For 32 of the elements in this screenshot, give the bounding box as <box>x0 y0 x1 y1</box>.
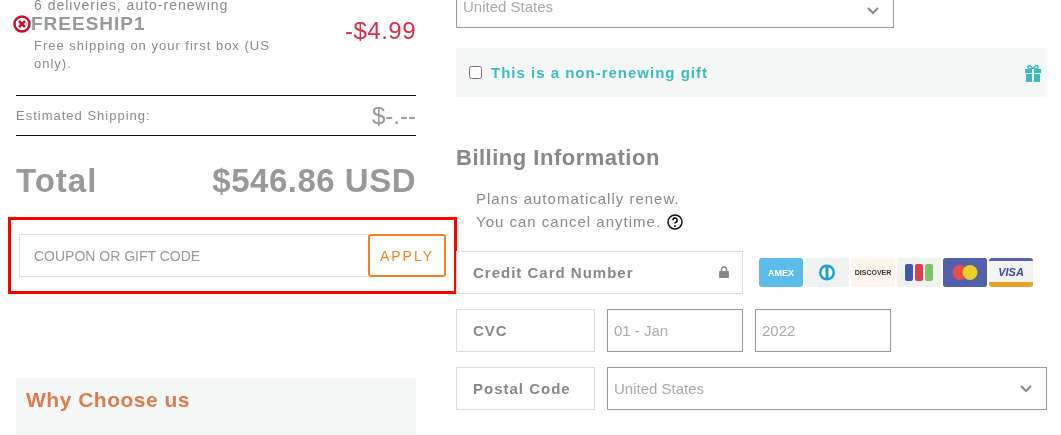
postal-code-field[interactable]: Postal Code <box>456 367 595 410</box>
shipping-value: $-.-- <box>372 101 416 130</box>
chevron-down-icon <box>1020 384 1032 393</box>
card-number-field[interactable]: Credit Card Number <box>456 251 743 294</box>
gift-checkbox[interactable] <box>469 66 482 79</box>
billing-note: Plans automatically renew. <box>476 189 680 209</box>
discount-amount: -$4.99 <box>344 17 416 46</box>
gift-icon <box>1025 63 1041 82</box>
total-value: $546.86 USD <box>212 162 416 200</box>
cvc-field[interactable]: CVC <box>456 309 595 352</box>
remove-icon[interactable] <box>13 15 31 33</box>
year-select[interactable]: 2022 <box>755 309 891 352</box>
billing-note: You can cancel anytime. <box>476 212 662 232</box>
gift-label: This is a non-renewing gift <box>491 64 709 81</box>
chevron-down-icon <box>867 7 879 15</box>
month-select[interactable]: 01 - Jan <box>607 309 743 352</box>
coupon-description: Free shipping on your first box (US only). <box>33 37 271 73</box>
help-icon[interactable] <box>667 213 684 230</box>
country-select[interactable]: United States <box>456 0 894 28</box>
total-label: Total <box>16 162 98 200</box>
shipping-label: Estimated Shipping: <box>16 108 151 123</box>
mastercard-card-logo <box>943 258 987 287</box>
amex-card-logo: AMEX <box>759 258 803 287</box>
section-title: Why Choose us <box>26 388 190 411</box>
plan-note: 6 deliveries, auto-renewing <box>33 0 230 13</box>
apply-button[interactable]: APPLY <box>368 234 446 277</box>
billing-title: Billing Information <box>456 145 661 171</box>
coupon-field[interactable]: COUPON OR GIFT CODE <box>19 234 368 277</box>
country-select[interactable]: United States <box>607 367 1047 410</box>
visa-card-logo: VISA <box>989 258 1033 287</box>
coupon-code: FREESHIP1 <box>31 13 146 35</box>
lock-icon <box>719 266 729 278</box>
